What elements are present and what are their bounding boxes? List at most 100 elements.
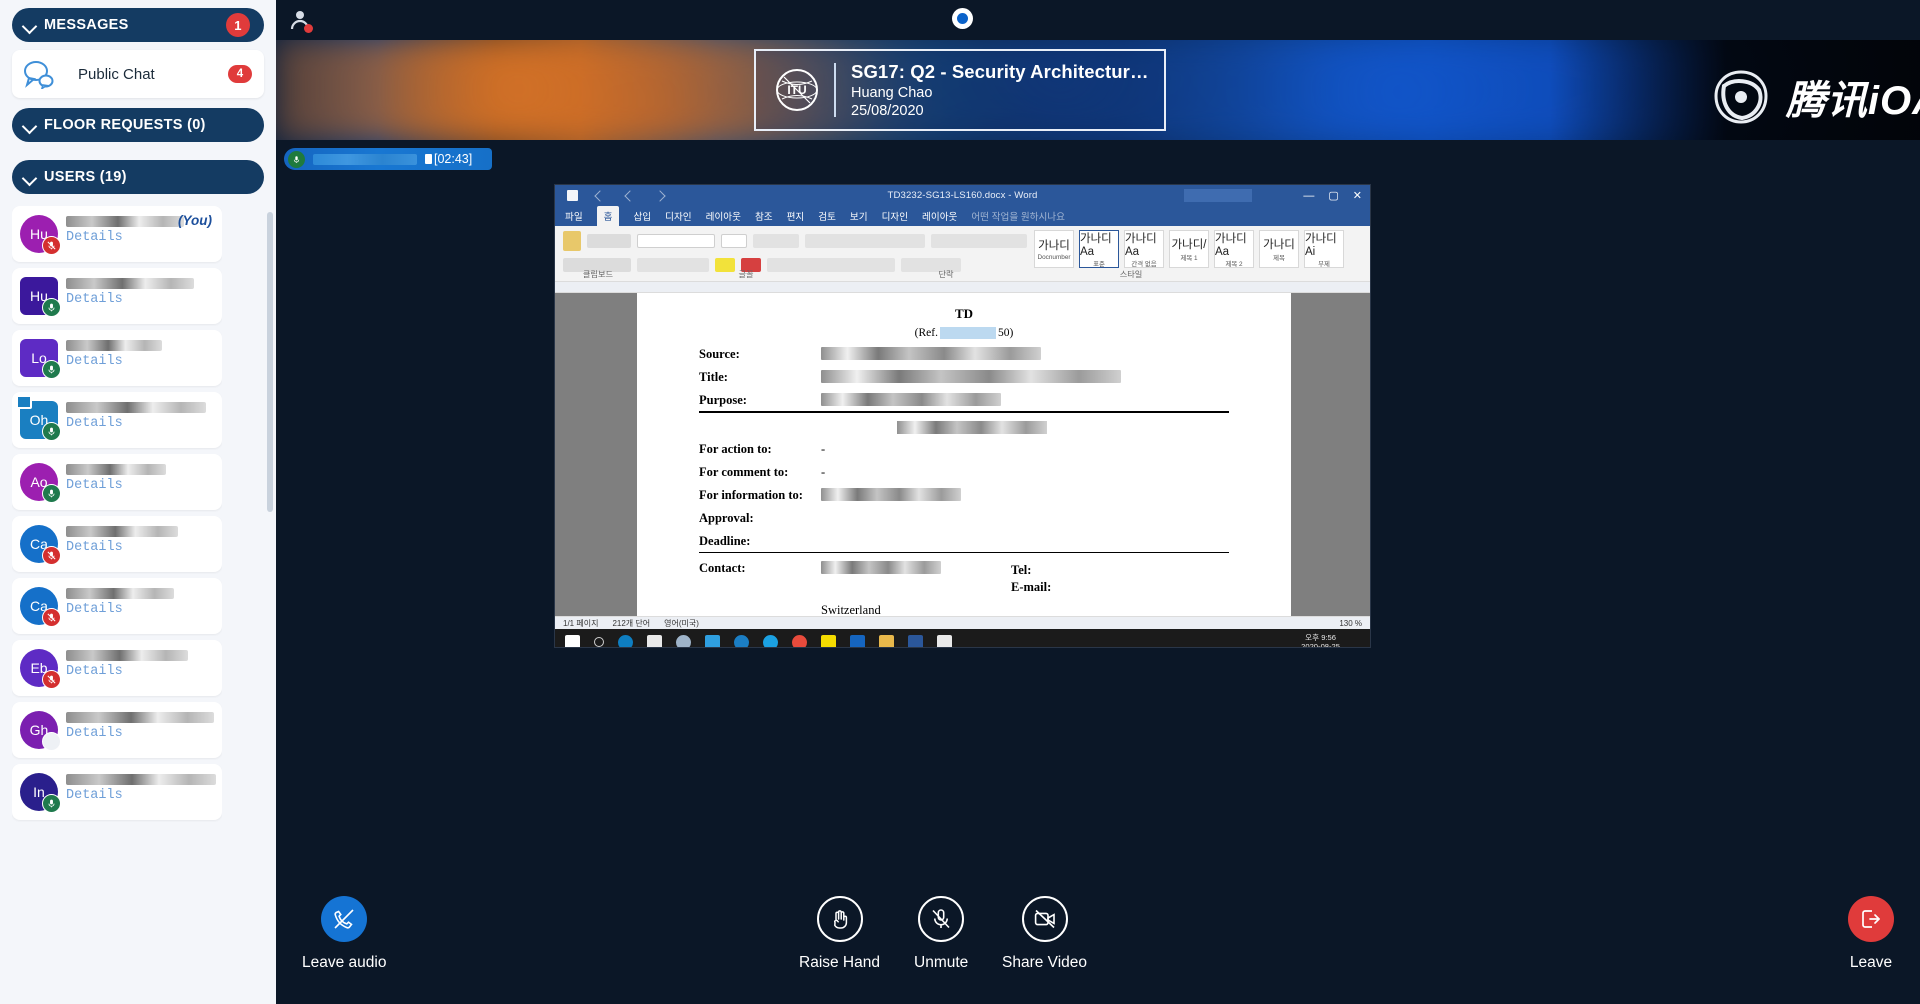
user-info: Details xyxy=(66,460,214,504)
user-list-item[interactable]: Hu Details xyxy=(12,268,222,324)
floor-requests-section-header[interactable]: FLOOR REQUESTS (0) xyxy=(12,108,264,142)
internet-explorer-icon[interactable] xyxy=(763,635,778,648)
messages-section-header[interactable]: MESSAGES 1 xyxy=(12,8,264,42)
user-info: Details xyxy=(66,522,214,566)
doc-field-value-redacted xyxy=(821,347,1041,360)
user-details-link[interactable]: Details xyxy=(66,292,123,307)
user-list-item[interactable]: Ca Details xyxy=(12,578,222,634)
user-details-link[interactable]: Details xyxy=(66,664,123,679)
paragraph-icons-2[interactable] xyxy=(931,234,1027,248)
leave-button[interactable]: Leave xyxy=(1848,896,1894,972)
kakaotalk-icon[interactable] xyxy=(821,635,836,648)
paragraph-icons-1[interactable] xyxy=(805,234,925,248)
word-ribbon-tab[interactable]: 디자인 xyxy=(665,209,691,223)
user-list-item[interactable]: Lo Details xyxy=(12,330,222,386)
style-name: 부제 xyxy=(1318,259,1330,268)
style-gallery-item[interactable]: 가나디Aa간격 없음 xyxy=(1124,230,1164,268)
minimize-icon[interactable]: — xyxy=(1303,190,1314,202)
zoom-app-icon[interactable] xyxy=(937,635,952,648)
word-ribbon-tab[interactable]: 레이아웃 xyxy=(706,209,741,223)
mic-status-icon xyxy=(42,608,61,627)
word-ribbon-tab[interactable]: 어떤 작업을 원하시나요 xyxy=(971,209,1065,223)
edge-icon[interactable] xyxy=(618,635,633,648)
skype-icon[interactable] xyxy=(734,635,749,648)
chrome-icon[interactable] xyxy=(792,635,807,648)
word-ribbon[interactable]: 클립보드글꼴단락스타일 가나디Docnumber가나디Aa표준가나디Aa간격 없… xyxy=(555,226,1370,282)
messages-badge: 1 xyxy=(226,13,250,37)
status-zoom[interactable]: 130 % xyxy=(1339,619,1362,628)
user-details-link[interactable]: Details xyxy=(66,602,123,617)
user-list-item[interactable]: Eb Details xyxy=(12,640,222,696)
leave-audio-button[interactable]: Leave audio xyxy=(302,896,386,972)
mail-icon[interactable] xyxy=(705,635,720,648)
user-details-link[interactable]: Details xyxy=(66,788,123,803)
search-icon[interactable] xyxy=(594,637,604,647)
font-grow-icons[interactable] xyxy=(753,234,799,248)
explorer-icon[interactable] xyxy=(879,635,894,648)
doc-field-row: For information to: xyxy=(637,488,1291,503)
style-preview: 가나디/ xyxy=(1172,236,1207,252)
style-gallery-item[interactable]: 가나디제목 xyxy=(1259,230,1299,268)
user-list-item[interactable]: Gh Details xyxy=(12,702,222,758)
style-gallery-item[interactable]: 가나디/제목 1 xyxy=(1169,230,1209,268)
word-page[interactable]: TD (Ref.50) Source:Title:Purpose:For act… xyxy=(637,293,1291,616)
style-gallery[interactable]: 가나디Docnumber가나디Aa표준가나디Aa간격 없음가나디/제목 1가나디… xyxy=(1034,230,1344,268)
windows-taskbar[interactable]: 오후 9:56 2020-08-25 xyxy=(555,629,1370,647)
doc-field-row: Title: xyxy=(637,370,1291,385)
user-info: (You) Details xyxy=(66,212,214,256)
word-ribbon-tab[interactable]: 파일 xyxy=(565,209,583,223)
style-gallery-item[interactable]: 가나디Aa제목 2 xyxy=(1214,230,1254,268)
users-list-scrollbar[interactable] xyxy=(267,212,273,512)
taskbar-clock[interactable]: 오후 9:56 2020-08-25 xyxy=(1301,633,1340,647)
users-section-header[interactable]: USERS (19) xyxy=(12,160,264,194)
word-ruler[interactable] xyxy=(555,282,1370,293)
word-ribbon-tab[interactable]: 삽입 xyxy=(633,209,651,223)
maximize-icon[interactable]: ▢ xyxy=(1328,189,1338,202)
user-list-item[interactable]: Ao Details xyxy=(12,454,222,510)
word-search-box[interactable] xyxy=(1184,189,1252,202)
messages-section-label: MESSAGES xyxy=(44,17,226,33)
word-document-area[interactable]: TD (Ref.50) Source:Title:Purpose:For act… xyxy=(555,282,1370,616)
user-details-link[interactable]: Details xyxy=(66,478,123,493)
word-ribbon-tabs[interactable]: 파일 홈 삽입 디자인 레이아웃 참조 편지 검토 보기 디자인 레이아웃 어떤 작업을 원하시나요 xyxy=(555,206,1370,226)
user-list-item[interactable]: Oh Details xyxy=(12,392,222,448)
word-ribbon-tab[interactable]: 홈 xyxy=(597,206,620,226)
share-video-button[interactable]: Share Video xyxy=(1002,896,1087,972)
user-list-item[interactable]: In Details xyxy=(12,764,222,820)
unmute-button[interactable]: Unmute xyxy=(914,896,968,972)
doc-field-value-redacted xyxy=(897,421,1047,434)
word-ribbon-tab[interactable]: 레이아웃 xyxy=(922,209,957,223)
word-ribbon-tab[interactable]: 검토 xyxy=(818,209,836,223)
word-ribbon-tab[interactable]: 디자인 xyxy=(882,209,908,223)
word-status-bar[interactable]: 1/1 페이지 212개 단어 영어(미국) 130 % xyxy=(555,616,1370,629)
user-list-item[interactable]: Hu (You) Details xyxy=(12,206,222,262)
public-chat-item[interactable]: Public Chat 4 xyxy=(12,50,264,98)
shared-screen[interactable]: TD3232-SG13-LS160.docx - Word — ▢ ✕ 파일홈삽… xyxy=(555,185,1370,647)
cut-item[interactable] xyxy=(587,234,631,248)
user-list-item[interactable]: Ca Details xyxy=(12,516,222,572)
paste-icon[interactable] xyxy=(563,231,581,251)
font-name-box[interactable] xyxy=(637,234,715,248)
outlook-icon[interactable] xyxy=(850,635,865,648)
word-icon[interactable] xyxy=(908,635,923,648)
style-gallery-item[interactable]: 가나디Ai부제 xyxy=(1304,230,1344,268)
users-list[interactable]: Hu (You) Details Hu Details Lo Detail xyxy=(12,206,222,1004)
ribbon-group-label: 글꼴 xyxy=(641,268,851,280)
user-details-link[interactable]: Details xyxy=(66,354,123,369)
user-details-link[interactable]: Details xyxy=(66,416,123,431)
settings-gear-icon[interactable] xyxy=(676,635,691,648)
word-ribbon-tab[interactable]: 참조 xyxy=(755,209,773,223)
user-details-link[interactable]: Details xyxy=(66,540,123,555)
window-controls[interactable]: — ▢ ✕ xyxy=(1303,189,1362,202)
store-icon[interactable] xyxy=(647,635,662,648)
close-icon[interactable]: ✕ xyxy=(1353,189,1362,202)
style-gallery-item[interactable]: 가나디Aa표준 xyxy=(1079,230,1119,268)
font-size-box[interactable] xyxy=(721,234,747,248)
user-details-link[interactable]: Details xyxy=(66,230,123,245)
word-ribbon-tab[interactable]: 보기 xyxy=(850,209,868,223)
style-gallery-item[interactable]: 가나디Docnumber xyxy=(1034,230,1074,268)
user-details-link[interactable]: Details xyxy=(66,726,123,741)
raise-hand-button[interactable]: Raise Hand xyxy=(799,896,880,972)
word-ribbon-tab[interactable]: 편지 xyxy=(787,209,805,223)
windows-start-icon[interactable] xyxy=(565,635,580,648)
